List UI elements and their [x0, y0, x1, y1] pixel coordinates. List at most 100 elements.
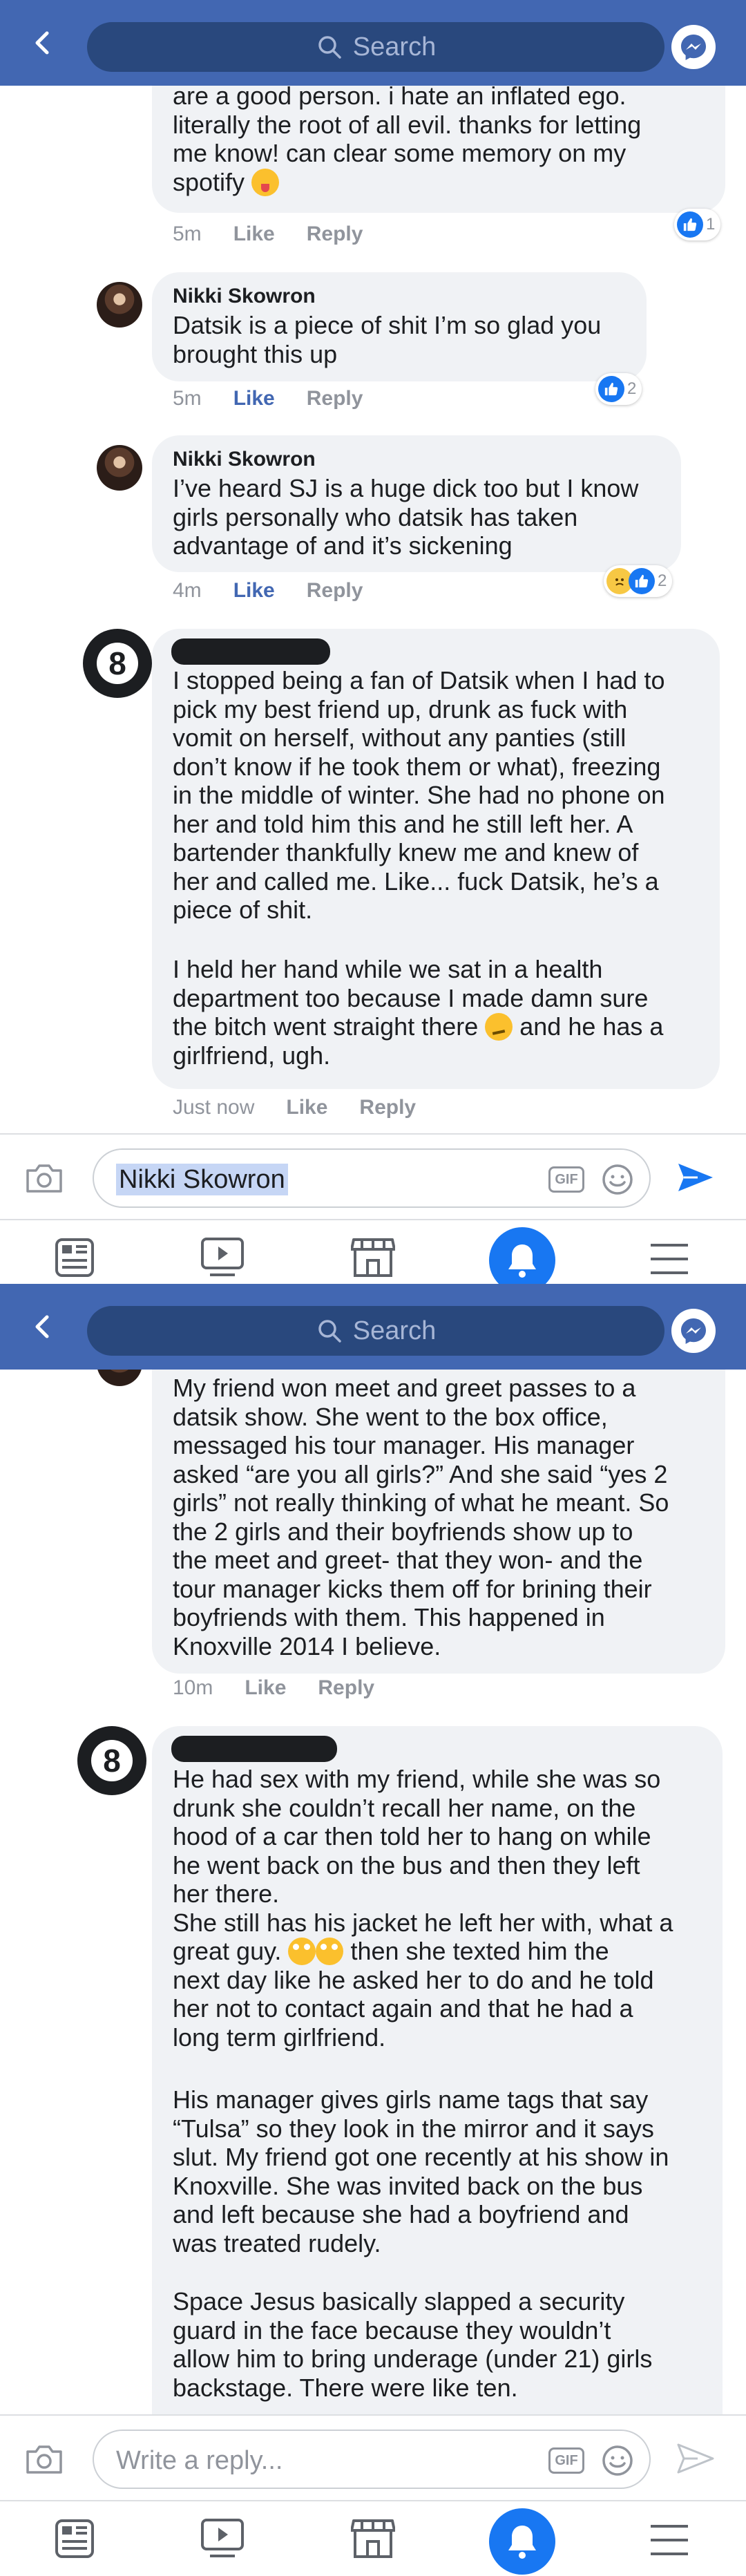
screen-1: are a good person. i hate an inflated eg… — [0, 0, 746, 1284]
comment-text: His manager gives girls name tags that s… — [173, 2085, 669, 2257]
eye-roll-emoji-icon — [288, 1938, 316, 1965]
reply-button[interactable]: Reply — [307, 579, 363, 603]
tongue-emoji-icon — [251, 168, 280, 196]
comment-text: My friend won meet and greet passes to a… — [173, 1374, 669, 1660]
like-reaction-icon — [598, 376, 624, 402]
camera-button[interactable] — [25, 1162, 64, 1197]
reply-placeholder: Write a reply... — [116, 2446, 283, 2475]
like-reaction-icon — [677, 211, 703, 238]
tab-news-feed[interactable] — [54, 2518, 95, 2563]
reaction-count: 1 — [706, 215, 716, 234]
reply-composer: Write a reply... GIF — [0, 2414, 746, 2500]
tab-news-feed[interactable] — [54, 1237, 95, 1282]
gif-button[interactable]: GIF — [548, 2447, 584, 2474]
screen-2: My friend won meet and greet passes to a… — [0, 1284, 746, 2576]
sticker-button[interactable] — [601, 1163, 634, 1200]
bottom-tab-bar — [0, 2500, 746, 2576]
reaction-badge[interactable]: 1 — [674, 209, 721, 240]
reply-button[interactable]: Reply — [307, 387, 363, 410]
comment-author[interactable]: Nikki Skowron — [173, 448, 316, 471]
search-bar[interactable]: Search — [87, 1306, 664, 1356]
comment-text: Datsik is a piece of shit I’m so glad yo… — [173, 311, 602, 368]
reply-button[interactable]: Reply — [359, 1096, 416, 1119]
tab-marketplace[interactable] — [350, 1237, 396, 1282]
smile-icon — [602, 2445, 633, 2476]
notifications-icon — [508, 1244, 536, 1278]
comment-author[interactable]: Nikki Skowron — [173, 285, 316, 308]
tab-video[interactable] — [200, 1237, 245, 1282]
menu-icon — [651, 1244, 688, 1274]
top-bar: Search — [0, 1284, 746, 1370]
comment-meta: Just now Like Reply — [173, 1096, 416, 1119]
like-button[interactable]: Like — [233, 222, 275, 246]
bottom-tab-bar — [0, 1219, 746, 1284]
send-button[interactable] — [677, 1161, 714, 1197]
avatar[interactable] — [97, 445, 142, 491]
send-button[interactable] — [677, 2442, 714, 2479]
back-button[interactable] — [28, 1311, 58, 1342]
messenger-icon — [681, 1318, 706, 1344]
gif-button[interactable]: GIF — [548, 1166, 584, 1193]
avatar[interactable]: 8 — [77, 1726, 146, 1795]
messenger-button[interactable] — [671, 1309, 716, 1353]
back-button[interactable] — [28, 28, 58, 58]
like-button[interactable]: Like — [233, 579, 275, 603]
avatar[interactable] — [97, 282, 142, 328]
comment-time: Just now — [173, 1096, 255, 1119]
camera-icon — [26, 1164, 62, 1193]
comment-time: 5m — [173, 387, 202, 410]
reaction-badge[interactable]: 2 — [595, 373, 642, 405]
smile-icon — [602, 1164, 633, 1195]
comment-meta: 5m Like Reply — [173, 387, 363, 410]
sticker-button[interactable] — [601, 2444, 634, 2481]
send-icon — [677, 2443, 714, 2474]
search-bar[interactable]: Search — [87, 22, 664, 72]
comment-time: 10m — [173, 1676, 213, 1699]
tab-notifications[interactable] — [489, 2508, 555, 2575]
tab-notifications[interactable] — [489, 1227, 555, 1284]
avatar[interactable]: 8 — [83, 629, 152, 698]
messenger-button[interactable] — [671, 25, 716, 69]
notifications-icon — [508, 2526, 536, 2559]
comment-text: Space Jesus basically slapped a security… — [173, 2287, 653, 2402]
tab-marketplace[interactable] — [350, 2518, 396, 2563]
search-placeholder: Search — [352, 1316, 437, 1345]
search-icon — [318, 1320, 341, 1343]
comment-meta: 4m Like Reply — [173, 579, 363, 603]
menu-icon — [651, 2525, 688, 2555]
reaction-badge[interactable]: 2 — [604, 565, 673, 597]
video-icon — [201, 1238, 244, 1276]
camera-button[interactable] — [25, 2443, 64, 2479]
tab-menu[interactable] — [649, 1242, 689, 1279]
reply-button[interactable]: Reply — [318, 1676, 374, 1700]
comment-text: He had sex with my friend, while she was… — [173, 1765, 673, 2052]
redacted-author-name — [171, 638, 330, 665]
comment-text: I stopped being a fan of Datsik when I h… — [173, 666, 665, 924]
comment-text: I held her hand while we sat in a health… — [173, 955, 664, 1070]
messenger-icon — [681, 35, 706, 60]
reply-button[interactable]: Reply — [307, 222, 363, 246]
marketplace-icon — [350, 2519, 396, 2558]
tab-menu[interactable] — [649, 2523, 689, 2560]
eye-roll-emoji-icon — [316, 1938, 344, 1965]
top-bar: Search — [0, 0, 746, 86]
like-button[interactable]: Like — [245, 1676, 286, 1700]
news-feed-icon — [55, 1238, 94, 1277]
reply-input[interactable]: Write a reply... GIF — [93, 2430, 651, 2489]
marketplace-icon — [350, 1238, 396, 1277]
comment-text: I’ve heard SJ is a huge dick too but I k… — [173, 474, 639, 560]
tab-video[interactable] — [200, 2518, 245, 2563]
send-icon — [678, 1164, 713, 1191]
like-button[interactable]: Like — [286, 1096, 327, 1119]
reply-input[interactable]: Nikki Skowron GIF — [93, 1148, 651, 1208]
news-feed-icon — [55, 2519, 94, 2558]
like-reaction-icon — [629, 568, 655, 594]
reaction-count: 2 — [658, 571, 667, 590]
like-button[interactable]: Like — [233, 387, 275, 410]
camera-icon — [26, 2445, 62, 2474]
comment-meta: 10m Like Reply — [173, 1676, 374, 1700]
comment-time: 5m — [173, 222, 202, 245]
comment-meta: 5m Like Reply — [173, 222, 363, 246]
redacted-author-name — [171, 1736, 337, 1762]
video-icon — [201, 2519, 244, 2557]
